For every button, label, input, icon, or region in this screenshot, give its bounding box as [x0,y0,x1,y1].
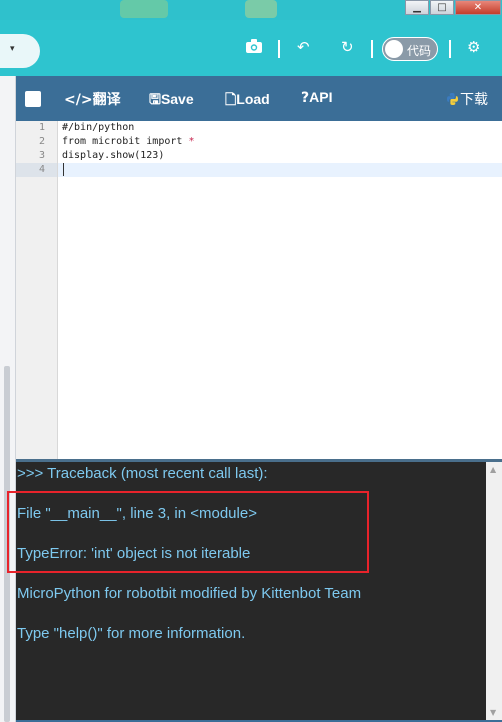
line-number-gutter: 1 2 3 4 [16,121,58,459]
code-editor[interactable]: 1 2 3 4 #/bin/python from microbit impor… [16,121,502,459]
help-icon: ? [301,90,310,106]
code-icon: </> [64,92,93,108]
toggle-label: 代码 [407,44,432,58]
code-line: #/bin/python [62,121,134,135]
console-scrollbar[interactable]: ▲ ▼ [486,462,502,720]
chevron-down-icon: ▾ [10,43,15,53]
load-label: Load [236,91,270,107]
toolbar-separator [449,40,451,58]
line-number: 3 [38,150,45,161]
load-button[interactable]: 🗋Load [225,89,270,113]
maximize-button[interactable]: □ [430,0,454,15]
refresh-icon[interactable]: ↻ [341,39,354,55]
active-line-highlight [58,163,502,177]
save-label: Save [160,91,194,107]
console-line: MicroPython for robotbit modified by Kit… [17,585,362,602]
console-line: Type "help()" for more information. [17,625,246,642]
error-highlight-box [7,491,369,573]
code-line-text: display.show(123) [62,150,165,161]
translate-button[interactable]: </>翻译 [64,89,121,109]
api-button[interactable]: ?API [301,89,332,106]
left-panel-edge [0,76,16,722]
file-icon: 🗋 [225,92,237,108]
line-number: 4 [38,164,45,175]
code-operator: * [188,136,195,147]
editor-header: </>翻译 🖫Save 🗋Load ?API 下载 [16,76,502,121]
code-line-text: from microbit import [62,136,189,147]
toolbar-separator [278,40,280,58]
camera-icon[interactable] [246,39,262,56]
select-checkbox[interactable] [25,91,41,107]
line-number: 1 [38,122,45,133]
code-line-text: #/bin/python [62,122,135,133]
line-number: 2 [38,136,45,147]
code-line: display.show(123) [62,149,164,163]
download-label: 下载 [460,91,488,107]
gear-icon[interactable]: ⚙ [467,39,480,55]
api-label: API [309,89,333,105]
translate-label: 翻译 [92,91,121,107]
main-toolbar: ▾ ↶ ↻ 代码 ⚙ [0,20,502,76]
active-line-gutter [16,163,57,177]
undo-icon[interactable]: ↶ [297,39,310,55]
scroll-down-icon[interactable]: ▼ [490,708,496,717]
background-graphic [245,0,277,18]
scroll-up-icon[interactable]: ▲ [490,465,496,474]
text-cursor [63,163,64,176]
code-mode-toggle[interactable]: 代码 [382,37,438,61]
title-strip: ▁ □ ✕ [0,0,502,20]
close-button[interactable]: ✕ [455,0,501,15]
python-icon [447,93,458,105]
language-dropdown[interactable]: ▾ [0,34,40,68]
camera-icon-svg [246,39,262,53]
download-button[interactable]: 下载 [447,89,488,109]
console-line: >>> Traceback (most recent call last): [17,465,268,482]
toggle-knob [385,40,403,58]
save-icon: 🖫 [149,92,161,108]
background-graphic [120,0,168,18]
toolbar-separator [371,40,373,58]
code-line: from microbit import * [62,135,194,149]
window-controls: ▁ □ ✕ [405,0,502,17]
minimize-button[interactable]: ▁ [405,0,429,15]
save-button[interactable]: 🖫Save [149,89,194,113]
